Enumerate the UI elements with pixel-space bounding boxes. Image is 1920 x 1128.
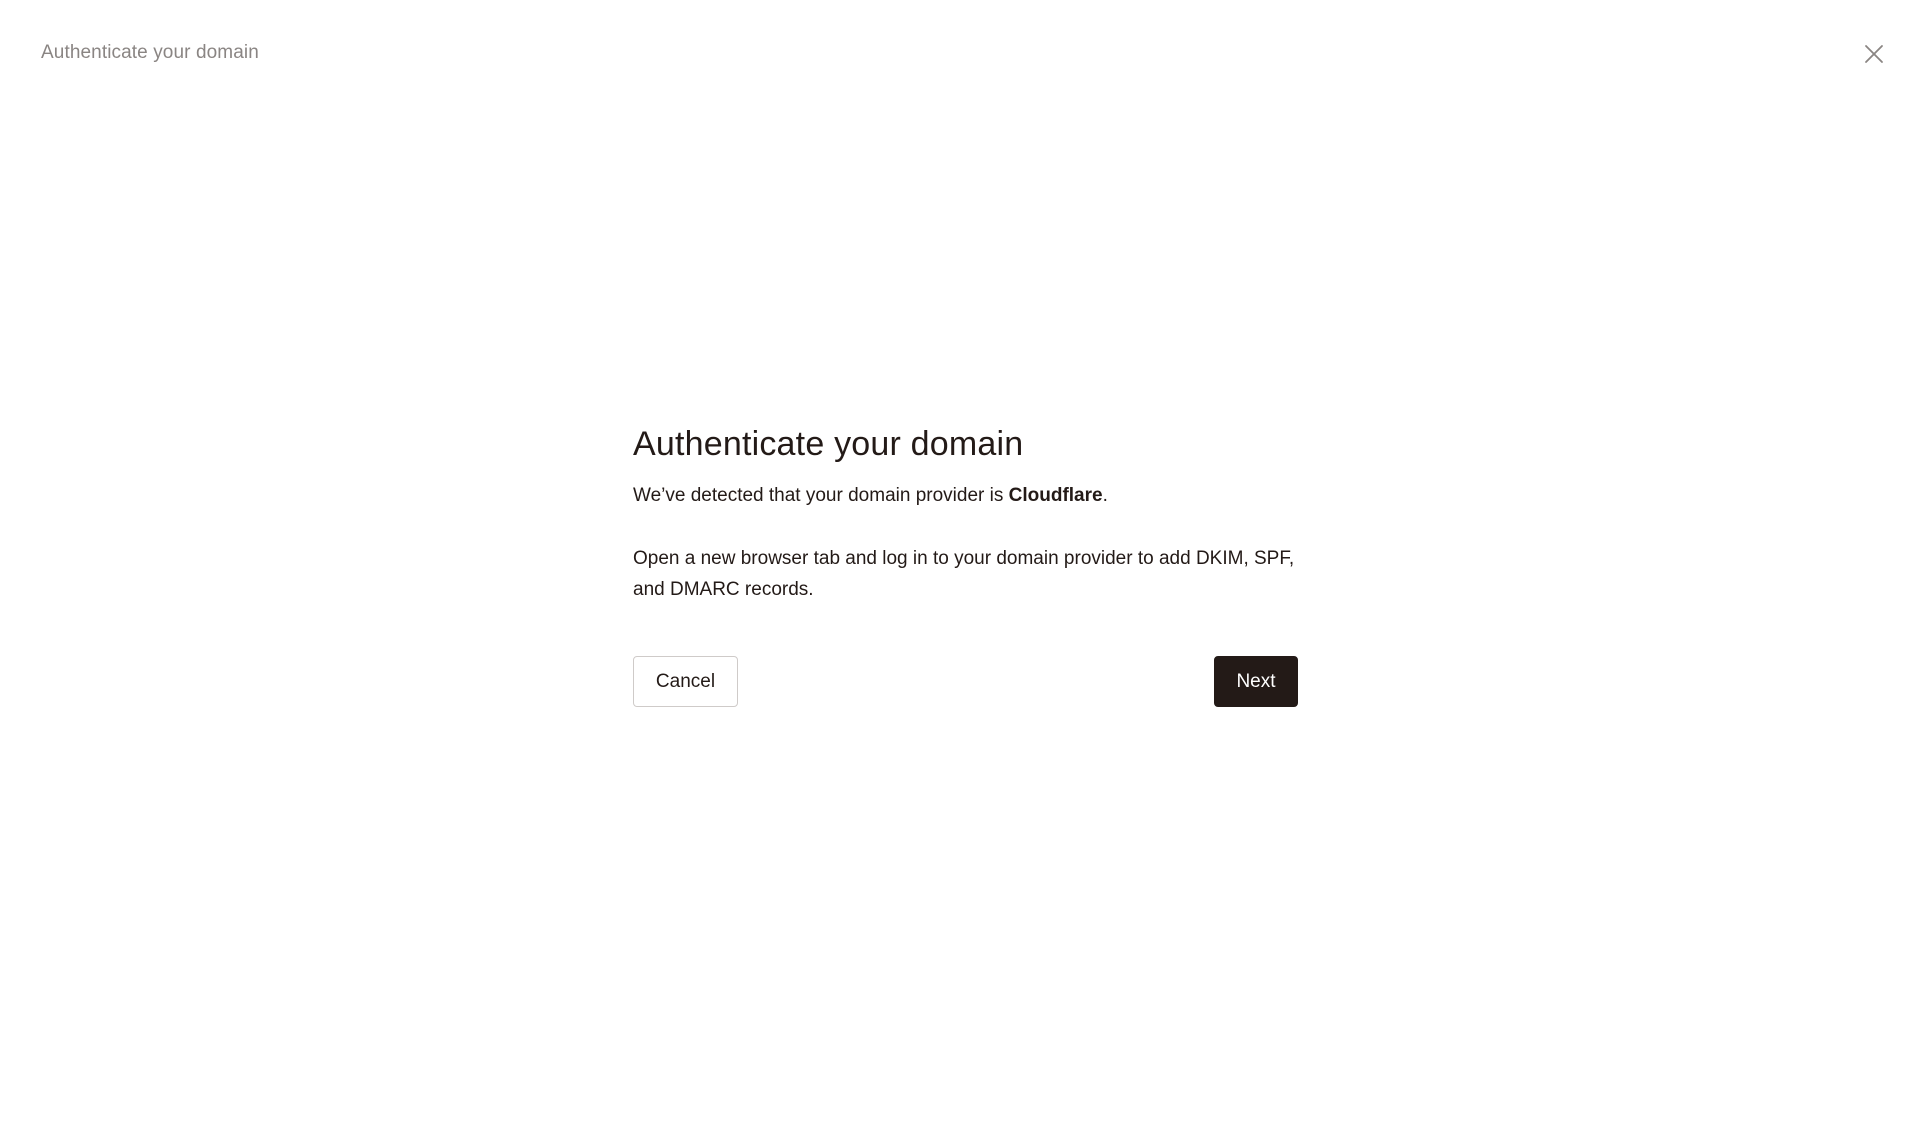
close-icon — [1864, 44, 1884, 64]
instructions-text: Open a new browser tab and log in to you… — [633, 548, 1295, 600]
detection-suffix: . — [1102, 485, 1108, 506]
top-bar: Authenticate your domain — [0, 0, 1920, 106]
detection-prefix: We’ve detected that your domain provider… — [633, 485, 1009, 506]
provider-name: Cloudflare — [1008, 485, 1103, 506]
dialog-actions: Cancel Next — [633, 656, 1298, 707]
page-title: Authenticate your domain — [41, 42, 259, 63]
cancel-button[interactable]: Cancel — [633, 656, 738, 707]
next-button[interactable]: Next — [1214, 656, 1298, 707]
close-button[interactable] — [1860, 40, 1888, 68]
dialog-heading: Authenticate your domain — [633, 425, 1024, 463]
authenticate-domain-panel: Authenticate your domain We’ve detected … — [633, 420, 1298, 707]
provider-detection-text: We’ve detected that your domain provider… — [633, 482, 1298, 510]
